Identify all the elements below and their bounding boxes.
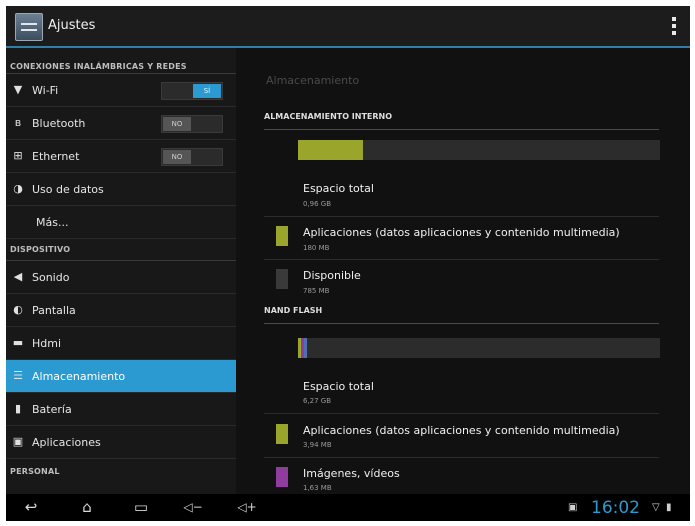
sidebar-item-more[interactable]: Más... xyxy=(6,206,236,239)
action-bar: Ajustes xyxy=(6,6,690,48)
section-header-personal: PERSONAL xyxy=(10,467,60,476)
section-header-wireless: CONEXIONES INALÁMBRICAS Y REDES xyxy=(6,48,236,74)
divider xyxy=(264,413,659,414)
settings-sidebar: CONEXIONES INALÁMBRICAS Y REDES ▼ Wi-Fi … xyxy=(6,48,236,494)
system-navigation-bar: ↩ ⌂ ▭ ◁− ◁+ ▣ 16:02 ▽ ▮ xyxy=(6,494,690,521)
app-title: Ajustes xyxy=(48,18,96,33)
nand-media-title: Imágenes, vídeos xyxy=(303,467,400,480)
sidebar-item-sound[interactable]: ◀ Sonido xyxy=(6,261,236,294)
section-header-device: DISPOSITIVO xyxy=(6,239,236,261)
overflow-menu-icon[interactable] xyxy=(672,17,676,35)
tablet-screen: Ajustes CONEXIONES INALÁMBRICAS Y REDES … xyxy=(6,6,690,521)
nand-apps-value: 3,94 MB xyxy=(303,441,332,449)
sidebar-item-ethernet[interactable]: ⊞ Ethernet NO xyxy=(6,140,236,173)
hdmi-icon: ▬ xyxy=(12,336,24,349)
internal-available-title: Disponible xyxy=(303,269,361,282)
nand-apps-title: Aplicaciones (datos aplicaciones y conte… xyxy=(303,424,620,437)
volume-up-icon[interactable]: ◁+ xyxy=(232,497,262,517)
media-color-swatch xyxy=(276,467,288,487)
divider xyxy=(264,216,659,217)
divider xyxy=(264,457,659,458)
sidebar-item-data-usage[interactable]: ◑ Uso de datos xyxy=(6,173,236,206)
recent-apps-icon[interactable]: ▭ xyxy=(126,497,156,517)
nand-media-value: 1,63 MB xyxy=(303,484,332,492)
display-icon: ◐ xyxy=(13,303,23,316)
nand-flash-header: NAND FLASH xyxy=(264,306,659,324)
settings-app-icon[interactable] xyxy=(15,13,43,41)
nand-other-segment xyxy=(304,338,307,358)
ethernet-icon: ⊞ xyxy=(13,149,23,162)
internal-total-value: 0,96 GB xyxy=(303,200,332,208)
status-clock: 16:02 xyxy=(591,498,640,518)
battery-icon: ▮ xyxy=(14,402,22,415)
sidebar-item-wifi[interactable]: ▼ Wi-Fi SÍ xyxy=(6,74,236,107)
sidebar-item-label: Aplicaciones xyxy=(32,436,101,449)
sidebar-item-label: Más... xyxy=(36,216,69,229)
apps-color-swatch xyxy=(276,226,288,246)
bluetooth-icon: ʙ xyxy=(14,116,22,129)
wifi-icon: ▼ xyxy=(13,83,23,96)
toggle-state: NO xyxy=(163,150,191,164)
wifi-status-icon: ▽ xyxy=(652,502,660,513)
sidebar-item-display[interactable]: ◐ Pantalla xyxy=(6,294,236,327)
sidebar-item-bluetooth[interactable]: ʙ Bluetooth NO xyxy=(6,107,236,140)
home-icon[interactable]: ⌂ xyxy=(72,497,102,517)
apps-icon: ▣ xyxy=(12,435,24,448)
internal-used-segment xyxy=(298,140,364,160)
available-color-swatch xyxy=(276,269,288,289)
screenshot-icon[interactable]: ▣ xyxy=(568,502,577,513)
internal-apps-value: 180 MB xyxy=(303,244,330,252)
sidebar-item-label: Bluetooth xyxy=(32,117,86,130)
nand-storage-bar xyxy=(298,338,660,358)
nand-total-title: Espacio total xyxy=(303,380,374,393)
toggle-state: NO xyxy=(163,117,191,131)
bluetooth-toggle[interactable]: NO xyxy=(161,115,223,133)
sidebar-item-label: Batería xyxy=(32,403,72,416)
sidebar-item-label: Uso de datos xyxy=(32,183,104,196)
speaker-icon: ◀ xyxy=(13,270,23,283)
data-usage-icon: ◑ xyxy=(13,182,23,195)
volume-down-icon[interactable]: ◁− xyxy=(178,497,208,517)
sidebar-item-label: Ethernet xyxy=(32,150,80,163)
internal-available-value: 785 MB xyxy=(303,287,330,295)
divider xyxy=(264,259,659,260)
back-icon[interactable]: ↩ xyxy=(16,497,46,517)
sidebar-item-apps[interactable]: ▣ Aplicaciones xyxy=(6,426,236,459)
sidebar-item-battery[interactable]: ▮ Batería xyxy=(6,393,236,426)
nand-total-value: 6,27 GB xyxy=(303,397,332,405)
sidebar-item-label: Almacenamiento xyxy=(32,370,126,383)
sidebar-item-label: Sonido xyxy=(32,271,70,284)
ethernet-toggle[interactable]: NO xyxy=(161,148,223,166)
storage-icon: ☰ xyxy=(13,369,23,382)
nand-apps-color-swatch xyxy=(276,424,288,444)
sidebar-item-label: Wi-Fi xyxy=(32,84,59,97)
internal-storage-bar xyxy=(298,140,660,160)
toggle-state: SÍ xyxy=(193,84,221,98)
sidebar-item-label: Hdmi xyxy=(32,337,62,350)
internal-apps-title: Aplicaciones (datos aplicaciones y conte… xyxy=(303,226,620,239)
internal-storage-header: ALMACENAMIENTO INTERNO xyxy=(264,112,659,130)
battery-status-icon: ▮ xyxy=(666,502,672,513)
sidebar-item-storage[interactable]: ☰ Almacenamiento xyxy=(6,360,236,393)
internal-total-title: Espacio total xyxy=(303,182,374,195)
sidebar-item-label: Pantalla xyxy=(32,304,76,317)
page-title: Almacenamiento xyxy=(266,74,360,87)
storage-details-pane: Almacenamiento ALMACENAMIENTO INTERNO Es… xyxy=(236,48,690,494)
wifi-toggle[interactable]: SÍ xyxy=(161,82,223,100)
sidebar-item-hdmi[interactable]: ▬ Hdmi xyxy=(6,327,236,360)
